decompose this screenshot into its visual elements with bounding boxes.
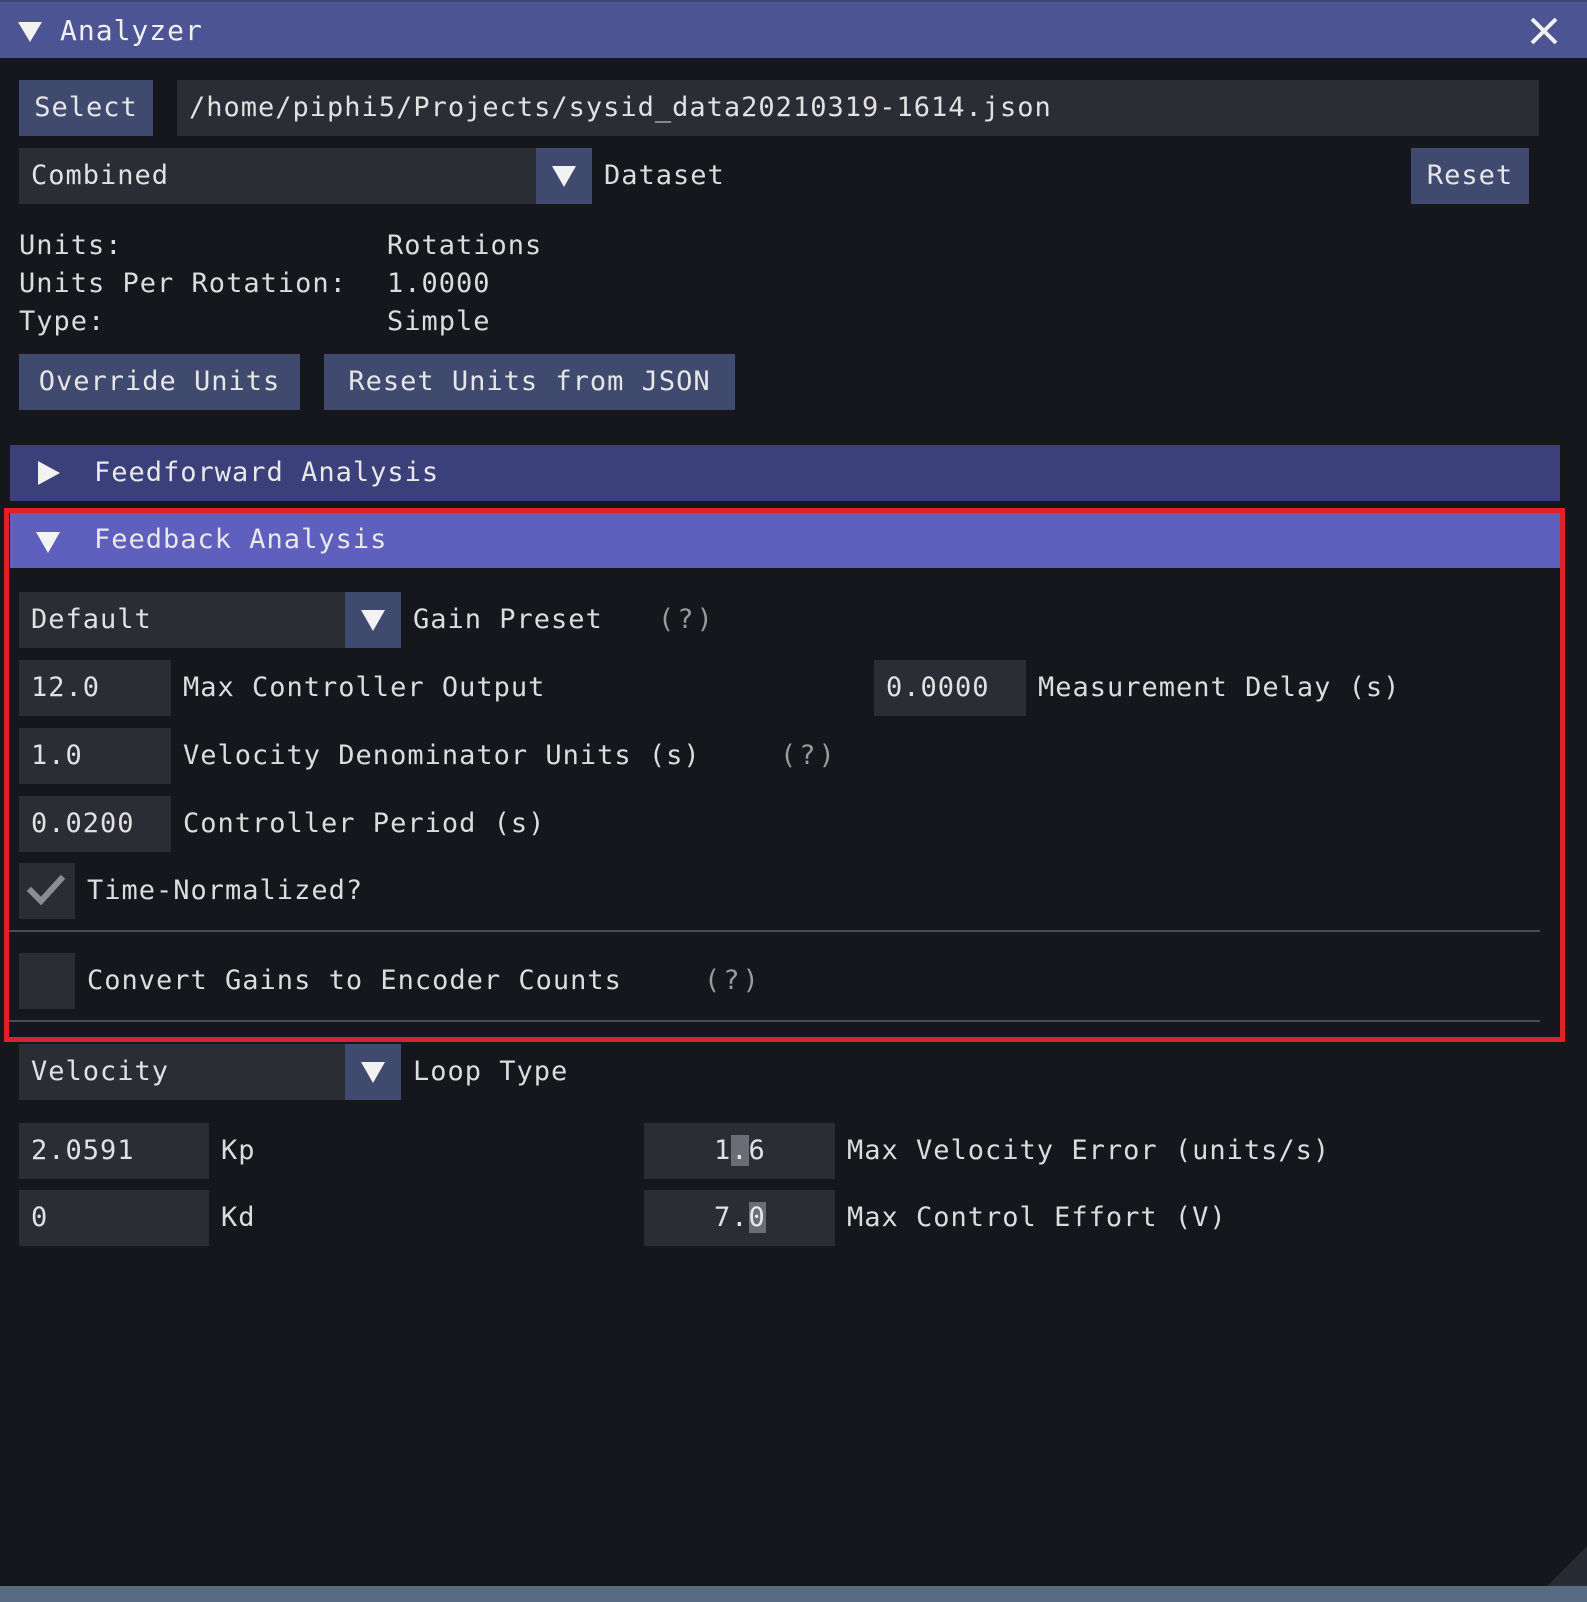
resize-grip-icon[interactable] <box>1547 1546 1587 1586</box>
dataset-label: Dataset <box>604 160 725 191</box>
window-title: Analyzer <box>60 14 203 47</box>
file-path-field[interactable]: /home/piphi5/Projects/sysid_data20210319… <box>177 80 1539 136</box>
collapse-window-icon[interactable] <box>18 22 42 42</box>
loop-type-combo[interactable]: Velocity <box>19 1044 345 1100</box>
checkmark-icon <box>26 874 66 906</box>
velocity-denominator-field[interactable]: 1.0 <box>19 728 171 784</box>
units-per-rotation-label: Units Per Rotation: <box>19 268 347 299</box>
separator <box>8 1020 1540 1022</box>
units-label: Units: <box>19 230 123 261</box>
time-normalized-label: Time-Normalized? <box>87 875 364 906</box>
close-icon[interactable] <box>1529 16 1559 46</box>
time-normalized-checkbox[interactable] <box>19 863 75 919</box>
controller-period-field[interactable]: 0.0200 <box>19 796 171 852</box>
text-cursor: . <box>731 1135 749 1166</box>
max-velocity-error-field[interactable]: 1.6 <box>644 1123 835 1179</box>
feedforward-analysis-title: Feedforward Analysis <box>94 457 440 488</box>
reset-units-from-json-button[interactable]: Reset Units from JSON <box>324 354 735 410</box>
convert-gains-checkbox[interactable] <box>19 953 75 1009</box>
type-label: Type: <box>19 306 106 337</box>
separator <box>8 930 1540 932</box>
measurement-delay-label: Measurement Delay (s) <box>1038 672 1401 703</box>
max-velocity-error-label: Max Velocity Error (units/s) <box>847 1135 1331 1166</box>
units-per-rotation-value: 1.0000 <box>387 268 491 299</box>
max-velocity-error-text-before-cursor: 1 <box>714 1135 732 1166</box>
title-bar: Analyzer <box>0 0 1587 58</box>
max-controller-output-label: Max Controller Output <box>183 672 546 703</box>
kp-label: Kp <box>221 1135 256 1166</box>
bottom-bar <box>0 1586 1587 1602</box>
convert-gains-label: Convert Gains to Encoder Counts <box>87 965 622 996</box>
gain-preset-label: Gain Preset <box>413 604 603 635</box>
convert-gains-help-marker[interactable]: (?) <box>704 953 762 1009</box>
max-velocity-error-text-after-cursor: 6 <box>748 1135 766 1166</box>
analyzer-window: Analyzer Select /home/piphi5/Projects/sy… <box>0 0 1587 1602</box>
velocity-denominator-help-marker[interactable]: (?) <box>780 728 838 784</box>
max-control-effort-text-before-cursor: 7. <box>714 1202 749 1233</box>
feedback-analysis-header[interactable]: Feedback Analysis <box>10 512 1560 568</box>
feedforward-analysis-header[interactable]: Feedforward Analysis <box>10 445 1560 501</box>
feedback-analysis-title: Feedback Analysis <box>94 524 388 555</box>
text-cursor: 0 <box>748 1202 766 1233</box>
dataset-combo[interactable]: Combined <box>19 148 536 204</box>
gain-preset-help-marker[interactable]: (?) <box>658 592 716 648</box>
gain-preset-dropdown-arrow-icon[interactable] <box>345 592 401 648</box>
collapse-icon <box>36 532 60 553</box>
loop-type-dropdown-arrow-icon[interactable] <box>345 1044 401 1100</box>
controller-period-label: Controller Period (s) <box>183 808 546 839</box>
max-control-effort-label: Max Control Effort (V) <box>847 1202 1227 1233</box>
loop-type-label: Loop Type <box>413 1056 569 1087</box>
kp-field[interactable]: 2.0591 <box>19 1123 209 1179</box>
select-file-button[interactable]: Select <box>19 80 153 136</box>
gain-preset-combo[interactable]: Default <box>19 592 345 648</box>
units-value: Rotations <box>387 230 543 261</box>
measurement-delay-field[interactable]: 0.0000 <box>874 660 1026 716</box>
max-controller-output-field[interactable]: 12.0 <box>19 660 171 716</box>
expand-icon <box>38 461 60 485</box>
type-value: Simple <box>387 306 491 337</box>
kd-label: Kd <box>221 1202 256 1233</box>
reset-button[interactable]: Reset <box>1411 148 1529 204</box>
kd-field[interactable]: 0 <box>19 1190 209 1246</box>
max-control-effort-field[interactable]: 7.0 <box>644 1190 835 1246</box>
dataset-dropdown-arrow-icon[interactable] <box>536 148 592 204</box>
override-units-button[interactable]: Override Units <box>19 354 300 410</box>
velocity-denominator-label: Velocity Denominator Units (s) <box>183 740 701 771</box>
